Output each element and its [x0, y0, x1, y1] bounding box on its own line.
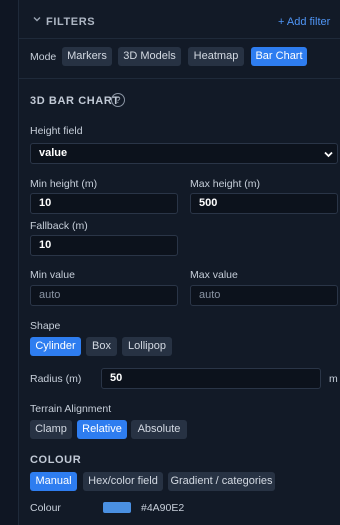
bar-chart-title: 3D BAR CHART — [30, 95, 120, 107]
terrain-option-absolute[interactable]: Absolute — [131, 420, 187, 439]
terrain-alignment-label: Terrain Alignment — [30, 403, 112, 415]
divider — [18, 78, 340, 79]
min-value-input[interactable]: auto — [30, 285, 178, 306]
radius-label: Radius (m) — [30, 373, 82, 385]
height-field-select[interactable]: value — [30, 143, 338, 164]
colour-mode-hex-field[interactable]: Hex/color field — [83, 472, 163, 491]
min-height-input[interactable]: 10 — [30, 193, 178, 214]
colour-label: Colour — [30, 502, 61, 514]
mode-label: Mode — [30, 51, 57, 63]
fallback-input[interactable]: 10 — [30, 235, 178, 256]
max-value-input[interactable]: auto — [190, 285, 338, 306]
mode-option-3d-models[interactable]: 3D Models — [118, 47, 181, 66]
terrain-option-relative[interactable]: Relative — [77, 420, 127, 439]
radius-input[interactable]: 50 — [101, 368, 321, 389]
terrain-option-clamp[interactable]: Clamp — [30, 420, 72, 439]
max-height-input[interactable]: 500 — [190, 193, 338, 214]
mode-option-markers[interactable]: Markers — [62, 47, 112, 66]
mode-option-heatmap[interactable]: Heatmap — [188, 47, 244, 66]
filters-title: FILTERS — [46, 16, 96, 28]
shape-option-box[interactable]: Box — [86, 337, 117, 356]
shape-label: Shape — [30, 320, 61, 332]
min-value-label: Min value — [30, 269, 75, 281]
divider — [18, 38, 340, 39]
chevron-down-icon — [323, 148, 334, 159]
add-filter-link[interactable]: + Add filter — [278, 16, 330, 28]
colour-mode-gradient[interactable]: Gradient / categories — [168, 472, 275, 491]
mode-option-bar-chart[interactable]: Bar Chart — [251, 47, 307, 66]
help-icon[interactable]: ? — [111, 93, 125, 107]
radius-unit: m — [329, 373, 338, 385]
shape-option-cylinder[interactable]: Cylinder — [30, 337, 81, 356]
max-height-label: Max height (m) — [190, 178, 261, 190]
colour-hex-value: #4A90E2 — [141, 502, 185, 514]
min-height-label: Min height (m) — [30, 178, 98, 190]
fallback-label: Fallback (m) — [30, 220, 88, 232]
colour-title: COLOUR — [30, 454, 82, 466]
shape-option-lollipop[interactable]: Lollipop — [122, 337, 172, 356]
height-field-value: value — [39, 147, 68, 159]
collapse-chevron-icon[interactable] — [32, 14, 42, 24]
height-field-label: Height field — [30, 125, 83, 137]
colour-mode-manual[interactable]: Manual — [30, 472, 77, 491]
colour-swatch[interactable] — [103, 502, 131, 513]
max-value-label: Max value — [190, 269, 238, 281]
